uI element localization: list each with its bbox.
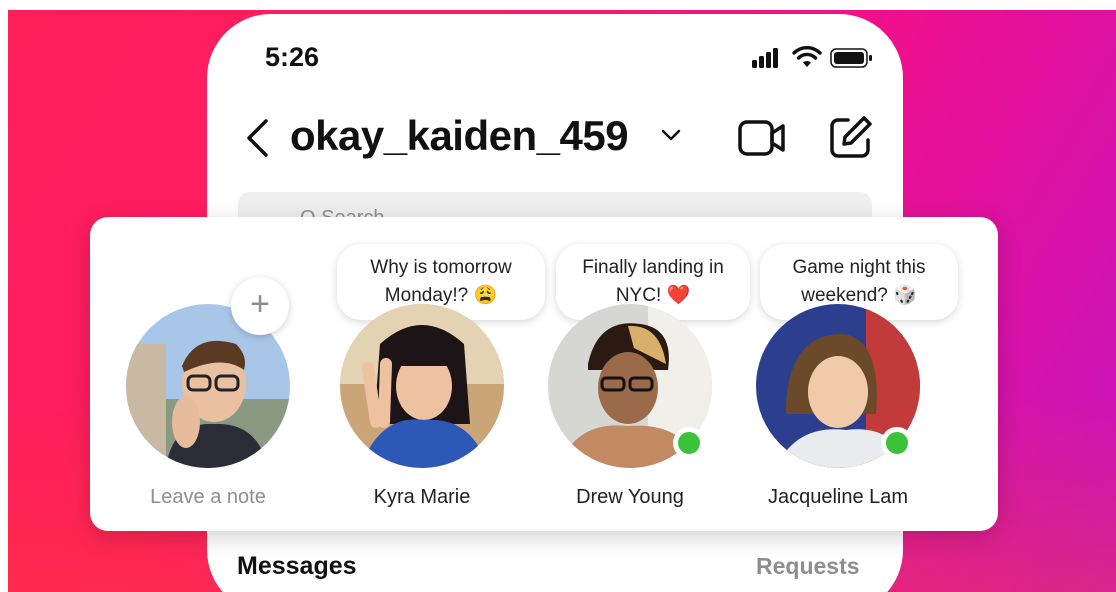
compose-icon[interactable]	[828, 114, 874, 160]
avatar-kyra[interactable]	[340, 304, 504, 468]
note-name-kyra: Kyra Marie	[373, 486, 471, 508]
add-note-button[interactable]: +	[231, 277, 289, 335]
status-time: 5:26	[265, 42, 320, 72]
messages-heading: Messages	[237, 552, 357, 580]
account-username[interactable]: okay_kaiden_459	[290, 112, 629, 160]
signal-icon	[752, 46, 786, 68]
online-status-indicator	[673, 427, 705, 459]
note-name-jacqueline: Jacqueline Lam	[767, 486, 909, 508]
wifi-icon	[792, 46, 822, 67]
back-icon[interactable]	[244, 118, 270, 158]
video-call-icon[interactable]	[738, 118, 786, 158]
online-status-indicator	[881, 427, 913, 459]
leave-a-note-label[interactable]: Leave a note	[108, 486, 308, 509]
chevron-down-icon[interactable]	[660, 128, 682, 142]
requests-link[interactable]: Requests	[756, 553, 860, 580]
battery-icon	[830, 48, 872, 68]
note-name-drew: Drew Young	[576, 486, 684, 508]
